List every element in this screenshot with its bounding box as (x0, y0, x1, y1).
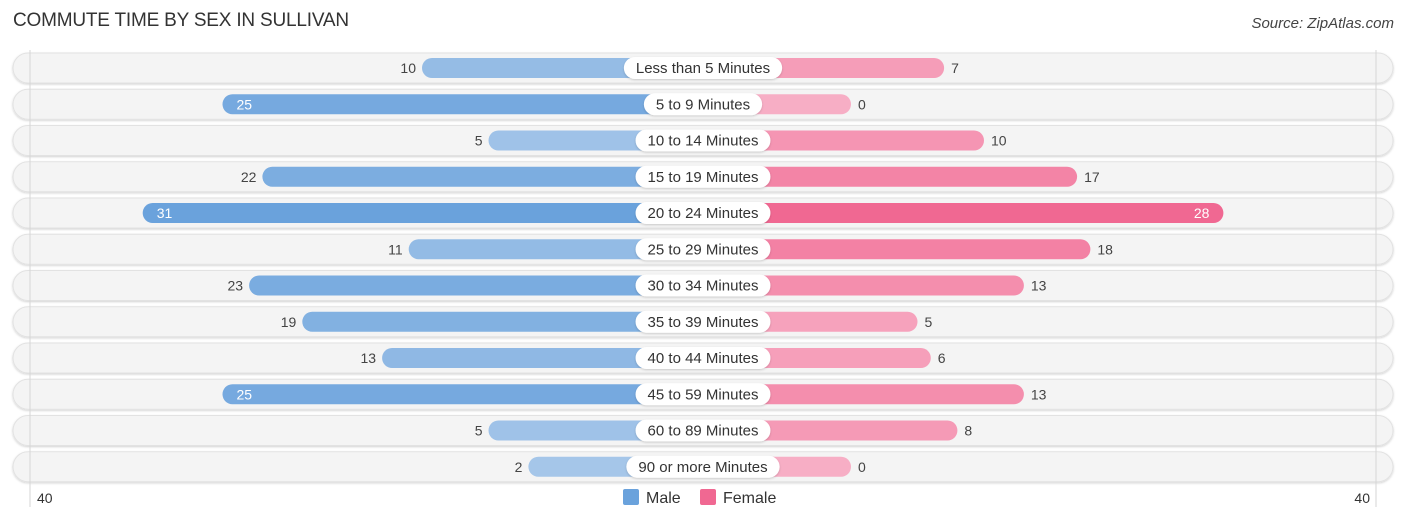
chart-row: 20 to 24 Minutes 31 28 (12, 197, 1394, 229)
legend-label-female: Female (723, 490, 776, 507)
value-label-female: 0 (858, 96, 866, 112)
value-label-male: 5 (475, 423, 483, 439)
chart-row: 15 to 19 Minutes 22 17 (12, 161, 1394, 193)
category-label: 35 to 39 Minutes (648, 314, 759, 331)
value-label-male: 11 (388, 241, 403, 257)
value-label-female: 17 (1084, 169, 1100, 185)
value-label-female: 6 (938, 350, 946, 366)
bar-male (142, 203, 703, 223)
value-label-male: 23 (228, 278, 244, 294)
category-label: 5 to 9 Minutes (656, 96, 750, 113)
value-label-female: 7 (951, 60, 959, 76)
axis-tick-left: 40 (37, 490, 53, 506)
value-label-male: 25 (237, 96, 253, 112)
value-label-male: 25 (237, 386, 253, 402)
legend-label-male: Male (646, 490, 681, 507)
category-label: 25 to 29 Minutes (648, 241, 759, 258)
category-label: 30 to 34 Minutes (648, 278, 759, 295)
chart-row: 40 to 44 Minutes 13 6 (12, 342, 1394, 374)
value-label-male: 5 (475, 133, 483, 149)
value-label-female: 28 (1194, 205, 1210, 221)
value-label-female: 8 (964, 423, 972, 439)
chart-row: 10 to 14 Minutes 5 10 (12, 125, 1394, 156)
value-label-female: 18 (1097, 241, 1113, 257)
value-label-female: 0 (858, 459, 866, 475)
chart-canvas: Less than 5 Minutes10 75 to 9 Minutes25 01… (12, 50, 1394, 507)
chart-row: 35 to 39 Minutes 19 5 (12, 306, 1394, 338)
category-label: Less than 5 Minutes (636, 60, 770, 77)
chart-row: 25 to 29 Minutes 11 18 (12, 233, 1394, 265)
axis-tick-right: 40 (1354, 490, 1370, 506)
value-label-female: 13 (1031, 386, 1047, 402)
value-label-male: 22 (241, 169, 257, 185)
bar-male (222, 94, 703, 115)
value-label-male: 10 (400, 60, 416, 76)
chart-row: Less than 5 Minutes 10 7 (12, 52, 1394, 84)
chart-row: 30 to 34 Minutes 23 13 (12, 270, 1394, 301)
bar-male (249, 275, 703, 296)
legend-swatch-female (700, 489, 716, 505)
category-label: 40 to 44 Minutes (648, 350, 759, 367)
chart-row: 45 to 59 Minutes 25 13 (12, 378, 1394, 410)
bar-female (703, 203, 1224, 223)
chart-row: 60 to 89 Minutes 5 8 (12, 415, 1394, 446)
chart-row: 5 to 9 Minutes 25 0 (12, 88, 1394, 120)
chart-row: 90 or more Minutes 2 0 (12, 451, 1394, 483)
value-label-female: 10 (991, 133, 1007, 149)
value-label-male: 19 (281, 314, 297, 330)
category-label: 10 to 14 Minutes (648, 133, 759, 150)
value-label-male: 13 (361, 350, 377, 366)
value-label-male: 31 (157, 205, 173, 221)
bar-male (222, 384, 703, 405)
category-label: 60 to 89 Minutes (648, 423, 759, 440)
value-label-female: 13 (1031, 278, 1047, 294)
category-label: 15 to 19 Minutes (648, 169, 759, 186)
chart-rows: Less than 5 Minutes10 75 to 9 Minutes25 01… (12, 52, 1394, 483)
value-label-female: 5 (925, 314, 933, 330)
category-label: 90 or more Minutes (638, 459, 767, 476)
legend-swatch-male (623, 489, 639, 505)
value-label-male: 2 (515, 459, 523, 475)
legend: Male Female (623, 489, 776, 507)
category-label: 20 to 24 Minutes (648, 205, 759, 222)
category-label: 45 to 59 Minutes (648, 386, 759, 403)
